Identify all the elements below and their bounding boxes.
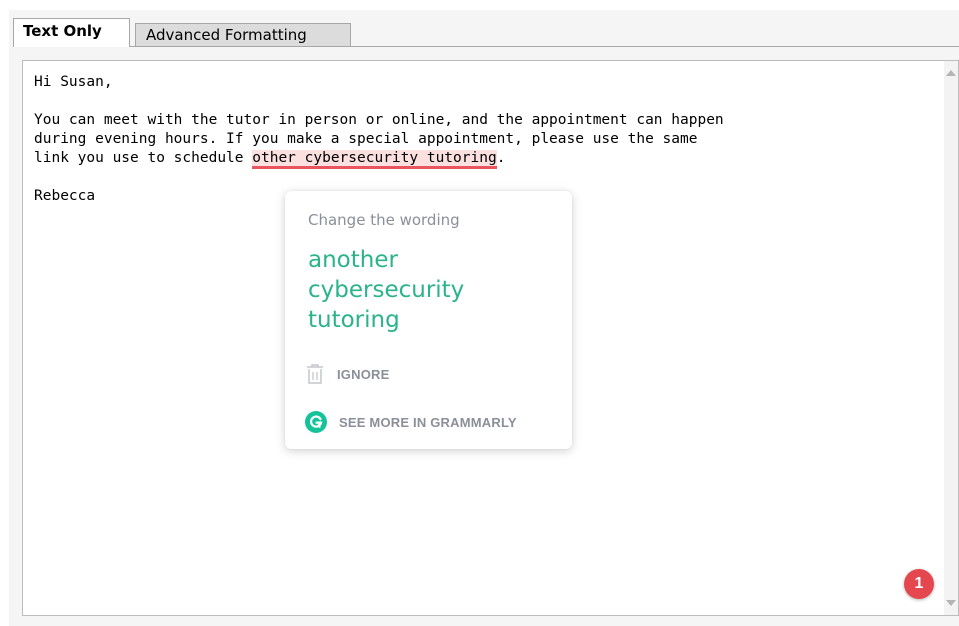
see-more-label: SEE MORE IN GRAMMARLY — [339, 414, 517, 430]
tab-strip-divider — [13, 46, 959, 47]
grammarly-issue-count-badge[interactable]: 1 — [904, 569, 934, 599]
flagged-phrase[interactable]: other cybersecurity tutoring — [252, 150, 497, 169]
grammarly-logo-icon — [305, 411, 327, 433]
vertical-scrollbar[interactable] — [944, 61, 958, 615]
suggestion-replacement[interactable]: another cybersecurity tutoring — [308, 245, 538, 335]
ignore-label: IGNORE — [337, 366, 390, 382]
see-more-in-grammarly-button[interactable]: SEE MORE IN GRAMMARLY — [305, 410, 517, 434]
grammarly-suggestion-card: Change the wording another cybersecurity… — [285, 191, 572, 449]
tab-text-only[interactable]: Text Only — [13, 18, 130, 47]
ignore-button[interactable]: IGNORE — [305, 362, 389, 386]
body-line-3-prefix: link you use to schedule — [34, 150, 253, 166]
scroll-down-arrow-icon[interactable] — [946, 600, 956, 606]
tab-strip: Text Only Advanced Formatting — [13, 18, 959, 47]
tab-advanced-formatting[interactable]: Advanced Formatting — [135, 23, 351, 46]
suggestion-title: Change the wording — [308, 211, 460, 229]
scroll-up-arrow-icon[interactable] — [946, 70, 956, 76]
body-line-3-suffix: . — [496, 150, 506, 166]
body-line-1: You can meet with the tutor in person or… — [34, 112, 724, 128]
message-text: Hi Susan, You can meet with the tutor in… — [34, 73, 914, 206]
greeting-line: Hi Susan, — [34, 74, 113, 90]
body-line-2: during evening hours. If you make a spec… — [34, 131, 698, 147]
signature-line: Rebecca — [34, 188, 96, 204]
trash-icon — [305, 363, 325, 385]
